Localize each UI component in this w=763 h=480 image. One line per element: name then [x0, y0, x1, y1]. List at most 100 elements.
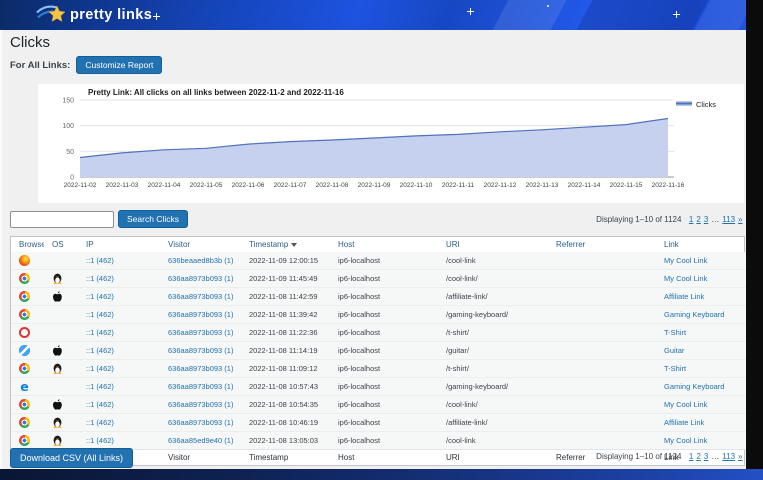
visitor-link[interactable]: 636aa8973b093 (1) [168, 328, 233, 337]
uri-value: /cool-link/ [446, 274, 478, 283]
safari-icon [19, 345, 30, 356]
host-value: ip6-localhost [338, 292, 380, 301]
page-link-2[interactable]: 2 [696, 452, 700, 461]
linux-icon [52, 363, 63, 374]
column-header-uri[interactable]: URI [446, 240, 460, 249]
pretty-link-name-link[interactable]: My Cool Link [664, 436, 707, 445]
timestamp-value: 2022-11-08 11:22:36 [249, 328, 318, 337]
table-row: ::1 (462)636beaaed8b3b (1)2022-11-09 12:… [11, 252, 746, 270]
pretty-link-name-link[interactable]: My Cool Link [664, 256, 707, 265]
page-link-1[interactable]: 1 [689, 215, 693, 224]
visitor-link[interactable]: 636aa8973b093 (1) [168, 400, 233, 409]
column-header-host[interactable]: Host [338, 240, 354, 249]
table-row: ::1 (462) 636aa8973b093 (1) 2022-11-08 11:… [11, 288, 746, 306]
column-header-browser[interactable]: Browser [19, 240, 44, 249]
search-clicks-button[interactable]: Search Clicks [118, 210, 188, 228]
pretty-links-logo: pretty links [36, 3, 152, 27]
x-axis-tick-label: 2022-11-13 [526, 182, 559, 189]
column-header-visitor[interactable]: Visitor [168, 240, 190, 249]
column-header-timestamp[interactable]: Timestamp [249, 240, 288, 249]
ip-link[interactable]: ::1 (462) [86, 364, 114, 373]
pretty-link-name-link[interactable]: Gaming Keyboard [664, 382, 724, 391]
footer-column-header-timestamp: Timestamp [241, 450, 330, 466]
page-link-last[interactable]: 113 [722, 215, 735, 224]
visitor-link[interactable]: 636aa8973b093 (1) [168, 274, 233, 283]
visitor-link[interactable]: 636aa8973b093 (1) [168, 382, 233, 391]
ip-link[interactable]: ::1 (462) [86, 274, 114, 283]
ip-link[interactable]: ::1 (462) [86, 292, 114, 301]
uri-value: /cool-link [446, 256, 476, 265]
column-header-ip[interactable]: IP [86, 240, 94, 249]
column-header-os[interactable]: OS [52, 240, 64, 249]
next-page-link[interactable]: » [738, 215, 742, 224]
pretty-link-name-link[interactable]: Guitar [664, 346, 684, 355]
customize-report-button[interactable]: Customize Report [76, 56, 162, 74]
clicks-table-panel: BrowserOSIPVisitorTimestampHostURIReferr… [10, 236, 745, 466]
ip-link[interactable]: ::1 (462) [86, 436, 114, 445]
column-header-link[interactable]: Link [664, 240, 679, 249]
uri-value: /gaming-keyboard/ [446, 382, 508, 391]
firefox-icon [19, 255, 30, 266]
pretty-link-name-link[interactable]: T-Shirt [664, 328, 686, 337]
next-page-link[interactable]: » [738, 452, 742, 461]
visitor-link[interactable]: 636aa8973b093 (1) [168, 292, 233, 301]
pretty-link-name-link[interactable]: Affiliate Link [664, 292, 704, 301]
host-value: ip6-localhost [338, 436, 380, 445]
uri-value: /t-shirt/ [446, 328, 469, 337]
chart-title: Pretty Link: All clicks on all links bet… [88, 88, 344, 97]
ip-link[interactable]: ::1 (462) [86, 400, 114, 409]
pagination-top: Displaying 1–10 of 1124123…113» [596, 215, 744, 224]
uri-value: /affiliate-link/ [446, 418, 488, 427]
opera-icon [19, 327, 30, 338]
table-row: ::1 (462)636aa8973b093 (1)2022-11-08 11:… [11, 306, 746, 324]
column-header-referrer[interactable]: Referrer [556, 240, 585, 249]
page-link-2[interactable]: 2 [696, 215, 700, 224]
ip-link[interactable]: ::1 (462) [86, 346, 114, 355]
ip-link[interactable]: ::1 (462) [86, 382, 114, 391]
ip-link[interactable]: ::1 (462) [86, 418, 114, 427]
timestamp-value: 2022-11-08 11:09:12 [249, 364, 318, 373]
page-link-3[interactable]: 3 [704, 215, 708, 224]
table-row: ::1 (462) 636aa8973b093 (1) 2022-11-09 11:… [11, 270, 746, 288]
pretty-link-name-link[interactable]: My Cool Link [664, 274, 707, 283]
pretty-link-name-link[interactable]: T-Shirt [664, 364, 686, 373]
timestamp-value: 2022-11-08 10:46:19 [249, 418, 318, 427]
page-link-1[interactable]: 1 [689, 452, 693, 461]
visitor-link[interactable]: 636aa8973b093 (1) [168, 346, 233, 355]
x-axis-tick-label: 2022-11-07 [274, 182, 307, 189]
visitor-link[interactable]: 636aa8973b093 (1) [168, 418, 233, 427]
table-row: ::1 (462) 636aa8973b093 (1) 2022-11-08 11:… [11, 360, 746, 378]
search-input[interactable] [10, 211, 114, 228]
legend-label: Clicks [696, 100, 716, 109]
pretty-links-header-banner: pretty links [0, 0, 746, 30]
x-axis-tick-label: 2022-11-10 [400, 182, 433, 189]
visitor-link[interactable]: 636aa85ed9e40 (1) [168, 436, 233, 445]
banner-streak [571, 0, 713, 30]
apple-icon [52, 291, 63, 302]
timestamp-value: 2022-11-08 11:14:19 [249, 346, 318, 355]
visitor-link[interactable]: 636aa8973b093 (1) [168, 310, 233, 319]
page-link-3[interactable]: 3 [704, 452, 708, 461]
page-link-last[interactable]: 113 [722, 452, 735, 461]
visitor-link[interactable]: 636aa8973b093 (1) [168, 364, 233, 373]
ip-link[interactable]: ::1 (462) [86, 310, 114, 319]
linux-icon [52, 417, 63, 428]
pretty-link-name-link[interactable]: Affiliate Link [664, 418, 704, 427]
download-csv-button[interactable]: Download CSV (All Links) [10, 448, 133, 468]
chrome-icon [19, 291, 30, 302]
timestamp-value: 2022-11-08 10:57:43 [249, 382, 318, 391]
timestamp-value: 2022-11-08 11:42:59 [249, 292, 318, 301]
footer-column-header-visitor: Visitor [160, 450, 241, 466]
displaying-count: Displaying 1–10 of 1124 [596, 452, 681, 461]
pretty-link-name-link[interactable]: Gaming Keyboard [664, 310, 724, 319]
table-row: e::1 (462)636aa8973b093 (1)2022-11-08 10… [11, 378, 746, 396]
timestamp-value: 2022-11-09 11:45:49 [249, 274, 318, 283]
ip-link[interactable]: ::1 (462) [86, 256, 114, 265]
host-value: ip6-localhost [338, 418, 380, 427]
pretty-link-name-link[interactable]: My Cool Link [664, 400, 707, 409]
displaying-count: Displaying 1–10 of 1124 [596, 215, 681, 224]
x-axis-tick-label: 2022-11-11 [442, 182, 475, 189]
ip-link[interactable]: ::1 (462) [86, 328, 114, 337]
search-row: Search Clicks [10, 210, 188, 228]
visitor-link[interactable]: 636beaaed8b3b (1) [168, 256, 233, 265]
